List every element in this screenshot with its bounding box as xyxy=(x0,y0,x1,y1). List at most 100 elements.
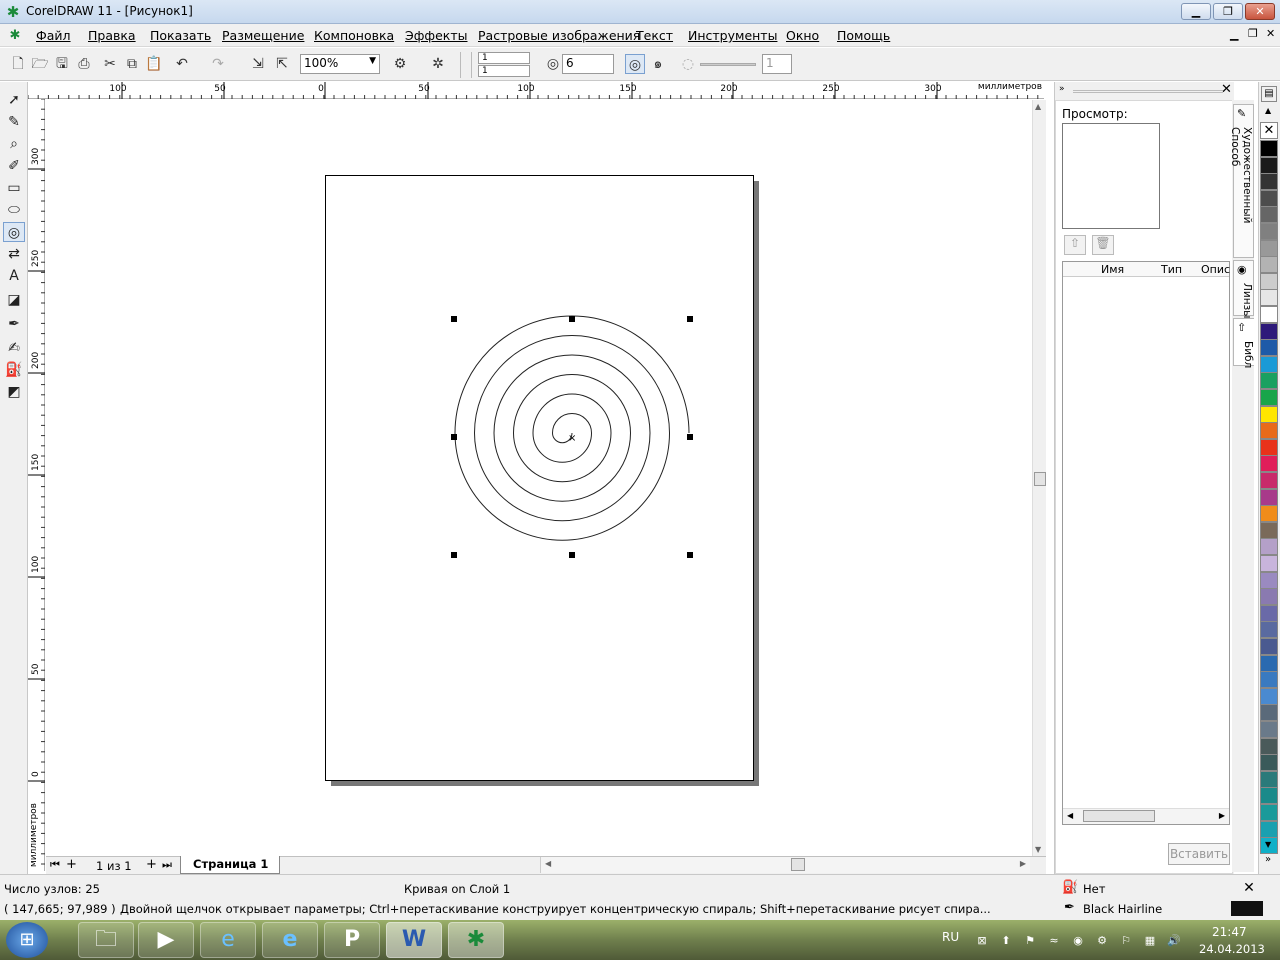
restore-button[interactable]: ❐ xyxy=(1213,3,1243,20)
color-swatch[interactable] xyxy=(1260,721,1278,738)
menu-item-10[interactable]: Окно xyxy=(786,28,819,43)
object-count-b[interactable]: 1 xyxy=(478,65,530,77)
color-swatch[interactable] xyxy=(1260,820,1278,838)
save-icon[interactable]: 🖫 xyxy=(52,54,72,74)
spiral-tool-icon[interactable]: ◎ xyxy=(3,222,25,242)
scroll-thumb[interactable] xyxy=(1034,472,1046,486)
undo-icon[interactable]: ↶ xyxy=(172,54,192,74)
color-swatch[interactable] xyxy=(1260,306,1278,323)
media-player-taskbar-icon[interactable]: ▶ xyxy=(138,922,194,958)
library-list[interactable]: Имя Тип Опис ◀ ▶ xyxy=(1062,261,1230,825)
palette-menu-icon[interactable]: ▤ xyxy=(1261,86,1277,102)
menu-item-8[interactable]: Текст xyxy=(636,28,673,43)
interactive-connector-icon[interactable]: ⇄ xyxy=(3,244,25,264)
selection-handle[interactable] xyxy=(451,316,457,322)
symmetrical-spiral-icon[interactable]: ◎ xyxy=(625,54,645,74)
scroll-left-icon[interactable]: ◀ xyxy=(545,859,551,868)
color-swatch[interactable] xyxy=(1260,223,1278,240)
delete-preset-icon[interactable]: 🗑 xyxy=(1092,235,1114,255)
ie9-taskbar-icon[interactable]: e xyxy=(262,922,318,958)
freehand-tool-icon[interactable]: ✐ xyxy=(3,156,25,176)
close-button[interactable]: ✕ xyxy=(1245,3,1275,20)
scroll-right-icon[interactable]: ▶ xyxy=(1020,859,1026,868)
tray-icon-4[interactable]: ≈ xyxy=(1047,934,1061,948)
selection-handle[interactable] xyxy=(687,316,693,322)
insert-button[interactable]: Вставить xyxy=(1168,843,1230,865)
docker-close-icon[interactable]: ✕ xyxy=(1221,82,1232,97)
color-swatch[interactable] xyxy=(1260,206,1278,224)
add-page-before-icon[interactable]: + xyxy=(66,857,77,872)
menu-item-11[interactable]: Помощь xyxy=(837,28,890,43)
menu-item-3[interactable]: Показать xyxy=(150,28,211,43)
color-swatch[interactable] xyxy=(1260,770,1278,788)
color-swatch[interactable] xyxy=(1260,272,1278,290)
tray-icon-1[interactable]: ⊠ xyxy=(975,934,989,948)
spiral-revolutions-input[interactable]: 6 xyxy=(562,54,614,74)
volume-icon[interactable]: 🔊 xyxy=(1167,934,1181,948)
menu-item-7[interactable]: Растровые изображения xyxy=(478,28,640,43)
palette-scroll-up-icon[interactable]: ▲ xyxy=(1265,106,1271,115)
doc-restore-button[interactable]: ❐ xyxy=(1248,27,1258,40)
tray-icon-3[interactable]: ⚑ xyxy=(1023,934,1037,948)
selection-handle[interactable] xyxy=(451,552,457,558)
publisher-taskbar-icon[interactable]: P xyxy=(324,922,380,958)
drawing-canvas[interactable]: × xyxy=(46,100,1032,856)
doc-close-button[interactable]: ✕ xyxy=(1266,27,1275,40)
coreldraw-taskbar-icon[interactable]: ✱ xyxy=(448,922,504,958)
object-count-a[interactable]: 1 xyxy=(478,52,530,64)
color-swatch[interactable] xyxy=(1260,488,1278,506)
color-swatch[interactable] xyxy=(1260,405,1278,423)
pick-tool-icon[interactable]: ➚ xyxy=(3,90,25,110)
color-swatch[interactable] xyxy=(1260,654,1278,672)
no-fill-swatch[interactable]: ✕ xyxy=(1236,881,1262,895)
outline-color-swatch[interactable] xyxy=(1231,901,1263,916)
fill-tool-icon[interactable]: ⛽ xyxy=(3,360,25,380)
tray-icon-6[interactable]: ⚙ xyxy=(1095,934,1109,948)
eyedropper-tool-icon[interactable]: ✒ xyxy=(3,314,25,334)
column-description[interactable]: Опис xyxy=(1201,263,1230,276)
color-swatch[interactable] xyxy=(1260,239,1278,257)
start-button[interactable]: ⊞ xyxy=(6,922,48,958)
tray-icon-2[interactable]: ⬆ xyxy=(999,934,1013,948)
add-page-after-icon[interactable]: + xyxy=(146,857,157,872)
lib-scroll-right-icon[interactable]: ▶ xyxy=(1219,811,1225,820)
selection-handle[interactable] xyxy=(451,434,457,440)
tab-artistic-media[interactable]: Художественный Способ xyxy=(1229,104,1254,258)
expansion-input[interactable]: 1 xyxy=(762,54,792,74)
zoom-select[interactable]: 100% ▼ xyxy=(300,54,380,74)
horizontal-ruler[interactable]: 100 50 0 50 100 150 200 250 300 миллиметров xyxy=(28,82,1044,99)
rectangle-tool-icon[interactable]: ▭ xyxy=(3,178,25,198)
color-swatch[interactable] xyxy=(1260,671,1278,689)
color-swatch[interactable] xyxy=(1260,754,1278,772)
language-indicator[interactable]: RU xyxy=(942,930,959,944)
menu-item-4[interactable]: Размещение xyxy=(222,28,304,43)
ellipse-tool-icon[interactable]: ⬭ xyxy=(3,200,25,220)
palette-expand-icon[interactable]: » xyxy=(1265,854,1271,865)
network-icon[interactable]: ▦ xyxy=(1143,934,1157,948)
color-swatch[interactable] xyxy=(1260,455,1278,473)
selection-handle[interactable] xyxy=(687,552,693,558)
color-swatch[interactable] xyxy=(1260,438,1278,456)
selection-handle[interactable] xyxy=(687,434,693,440)
outline-tool-icon[interactable]: ✍ xyxy=(3,338,25,358)
color-swatch[interactable] xyxy=(1260,472,1278,489)
no-color-swatch[interactable]: ✕ xyxy=(1260,122,1278,139)
new-icon[interactable]: 🗋 xyxy=(8,54,28,74)
word-taskbar-icon[interactable]: W xyxy=(386,922,442,958)
color-swatch[interactable] xyxy=(1260,355,1278,373)
menu-item-6[interactable]: Эффекты xyxy=(405,28,468,43)
docker-expand-icon[interactable]: » xyxy=(1059,84,1065,94)
action-center-icon[interactable]: ⚐ xyxy=(1119,934,1133,948)
tab-page-1[interactable]: Страница 1 xyxy=(180,856,280,874)
text-tool-icon[interactable]: A xyxy=(3,266,25,286)
minimize-button[interactable]: ▁ xyxy=(1181,3,1211,20)
color-swatch[interactable] xyxy=(1260,638,1278,655)
column-type[interactable]: Тип xyxy=(1161,263,1182,276)
scroll-down-icon[interactable]: ▼ xyxy=(1035,845,1041,854)
library-hscroll[interactable]: ◀ ▶ xyxy=(1063,808,1229,824)
vertical-ruler[interactable]: 300 250 200 150 100 50 0 миллиметров xyxy=(28,99,45,871)
lib-scroll-left-icon[interactable]: ◀ xyxy=(1067,811,1073,820)
palette-scroll-down-icon[interactable]: ▼ xyxy=(1265,840,1271,849)
menu-item-1[interactable]: Файл xyxy=(36,28,71,43)
color-swatch[interactable] xyxy=(1260,588,1278,606)
